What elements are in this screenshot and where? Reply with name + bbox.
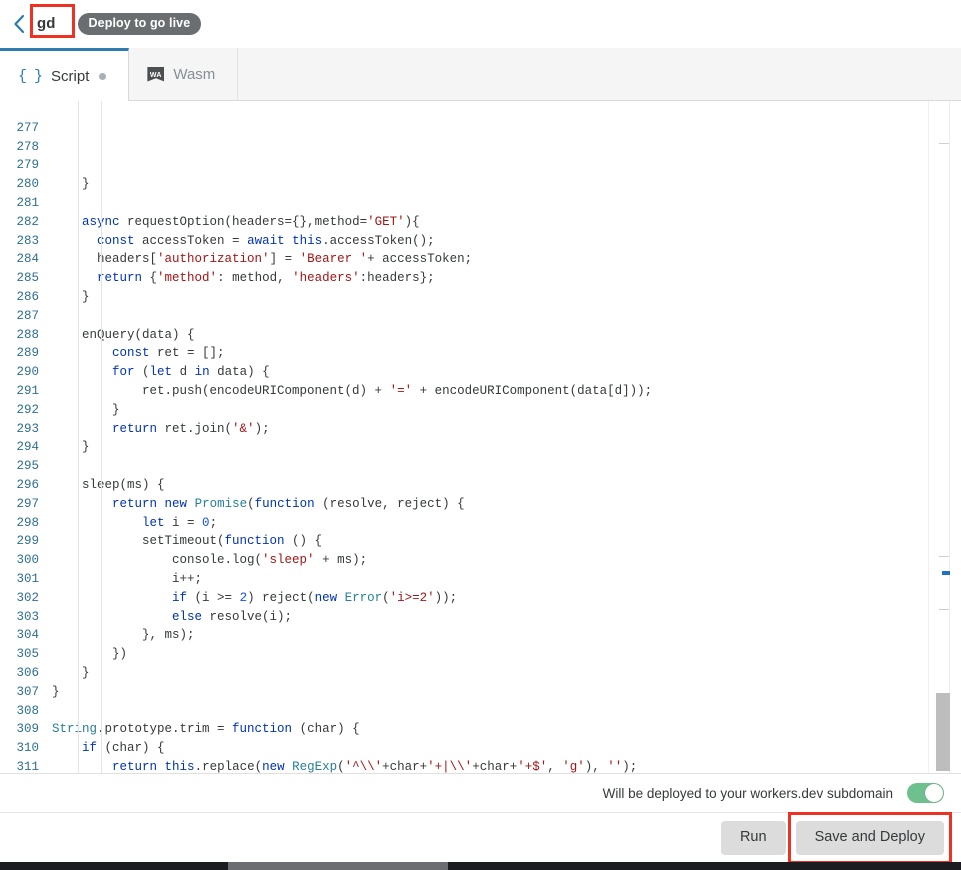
code-line[interactable]: const ret = []; <box>52 344 961 363</box>
code-line[interactable]: sleep(ms) { <box>52 476 961 495</box>
line-number: 298 <box>16 515 39 530</box>
deploy-to-go-live-badge: Deploy to go live <box>77 13 202 35</box>
line-number: 303 <box>16 609 39 624</box>
line-number: 299 <box>16 534 39 549</box>
code-line[interactable]: async requestOption(headers={},method='G… <box>52 213 961 232</box>
tab-strip-filler <box>238 48 961 100</box>
code-content[interactable]: } async requestOption(headers={},method=… <box>48 101 961 773</box>
line-number: 311 <box>16 759 39 774</box>
line-number: 282 <box>16 214 39 229</box>
line-number: 308 <box>16 703 39 718</box>
code-line[interactable]: for (let d in data) { <box>52 363 961 382</box>
editor-vertical-scrollbar[interactable] <box>936 101 950 773</box>
code-line[interactable]: }) <box>52 645 961 664</box>
code-line[interactable]: if (char) { <box>52 739 961 758</box>
line-number: 283 <box>16 233 39 248</box>
wasm-badge-icon: WA <box>147 66 165 82</box>
run-button[interactable]: Run <box>720 820 786 855</box>
back-chevron-icon[interactable] <box>9 10 29 38</box>
code-line[interactable] <box>52 307 961 326</box>
line-number: 284 <box>16 252 39 267</box>
code-line[interactable]: } <box>52 288 961 307</box>
line-number: 309 <box>16 722 39 737</box>
code-line[interactable]: const accessToken = await this.accessTok… <box>52 232 961 251</box>
page-horizontal-scrollbar-thumb[interactable] <box>228 862 448 870</box>
line-number: 293 <box>16 421 39 436</box>
code-line[interactable]: enQuery(data) { <box>52 326 961 345</box>
line-number: 287 <box>16 308 39 323</box>
save-and-deploy-button[interactable]: Save and Deploy <box>795 820 944 855</box>
line-number: 281 <box>16 195 39 210</box>
deploy-note-row: Will be deployed to your workers.dev sub… <box>0 774 961 813</box>
line-number: 285 <box>16 271 39 286</box>
code-line[interactable]: if (i >= 2) reject(new Error('i>=2')); <box>52 589 961 608</box>
editor-minimap-rule <box>928 101 929 773</box>
code-line[interactable]: } <box>52 683 961 702</box>
line-number: 294 <box>16 440 39 455</box>
line-number: 307 <box>16 684 39 699</box>
code-editor[interactable]: 2762772782792802812822832842852862872882… <box>0 101 961 774</box>
code-line[interactable]: else resolve(i); <box>52 608 961 627</box>
workers-dev-subdomain-toggle[interactable] <box>907 783 944 803</box>
line-number: 297 <box>16 496 39 511</box>
topbar: gd Deploy to go live <box>0 0 961 48</box>
code-line[interactable]: setTimeout(function () { <box>52 532 961 551</box>
line-number: 296 <box>16 477 39 492</box>
line-number: 291 <box>16 383 39 398</box>
line-number: 310 <box>16 741 39 756</box>
project-name[interactable]: gd <box>35 14 58 34</box>
tab-wasm-label: Wasm <box>173 65 216 83</box>
code-line[interactable] <box>52 194 961 213</box>
line-number: 278 <box>16 139 39 154</box>
curly-braces-icon: { } <box>18 67 43 85</box>
line-number: 305 <box>16 647 39 662</box>
code-line[interactable]: return new Promise(function (resolve, re… <box>52 495 961 514</box>
line-number: 286 <box>16 289 39 304</box>
line-number: 280 <box>16 177 39 192</box>
line-number: 288 <box>16 327 39 342</box>
line-number: 295 <box>16 459 39 474</box>
page-horizontal-scrollbar[interactable] <box>0 862 961 870</box>
code-line[interactable]: } <box>52 175 961 194</box>
code-line[interactable]: } <box>52 664 961 683</box>
code-line[interactable]: return {'method': method, 'headers':head… <box>52 269 961 288</box>
code-line[interactable]: String.prototype.trim = function (char) … <box>52 720 961 739</box>
tab-script-label: Script <box>51 67 90 85</box>
code-line[interactable]: i++; <box>52 570 961 589</box>
code-line[interactable]: console.log('sleep' + ms); <box>52 551 961 570</box>
toggle-knob <box>925 784 943 802</box>
code-line[interactable]: return ret.join('&'); <box>52 420 961 439</box>
code-line[interactable]: return this.replace(new RegExp('^\\'+cha… <box>52 758 961 773</box>
save-and-deploy-wrap: Save and Deploy <box>787 811 952 864</box>
line-number: 292 <box>16 402 39 417</box>
code-line[interactable] <box>52 702 961 721</box>
code-line[interactable]: headers['authorization'] = 'Bearer '+ ac… <box>52 250 961 269</box>
line-number: 289 <box>16 346 39 361</box>
line-number: 306 <box>16 665 39 680</box>
code-line[interactable]: let i = 0; <box>52 514 961 533</box>
editor-change-marker <box>942 571 950 575</box>
line-number: 290 <box>16 365 39 380</box>
tab-wasm[interactable]: WA Wasm <box>129 48 239 100</box>
code-line[interactable]: } <box>52 438 961 457</box>
unsaved-changes-dot-icon <box>99 72 107 80</box>
code-line[interactable] <box>52 457 961 476</box>
action-bar: Run Save and Deploy <box>0 811 961 864</box>
deploy-note-label: Will be deployed to your workers.dev sub… <box>602 785 893 801</box>
code-line[interactable]: ret.push(encodeURIComponent(d) + '=' + e… <box>52 382 961 401</box>
code-line[interactable]: } <box>52 401 961 420</box>
line-number: 277 <box>16 120 39 135</box>
cloudflare-worker-editor: gd Deploy to go live { } Script WA Wasm … <box>0 0 961 870</box>
line-number: 304 <box>16 628 39 643</box>
line-number: 300 <box>16 553 39 568</box>
line-number: 279 <box>16 158 39 173</box>
line-number: 302 <box>16 590 39 605</box>
code-line[interactable]: }, ms); <box>52 626 961 645</box>
line-number-gutter: 2762772782792802812822832842852862872882… <box>0 101 48 773</box>
tab-strip: { } Script WA Wasm <box>0 48 961 101</box>
tab-script[interactable]: { } Script <box>0 48 130 101</box>
editor-scrollbar-thumb[interactable] <box>936 693 950 771</box>
line-number: 301 <box>16 571 39 586</box>
breadcrumb: gd <box>30 4 75 38</box>
